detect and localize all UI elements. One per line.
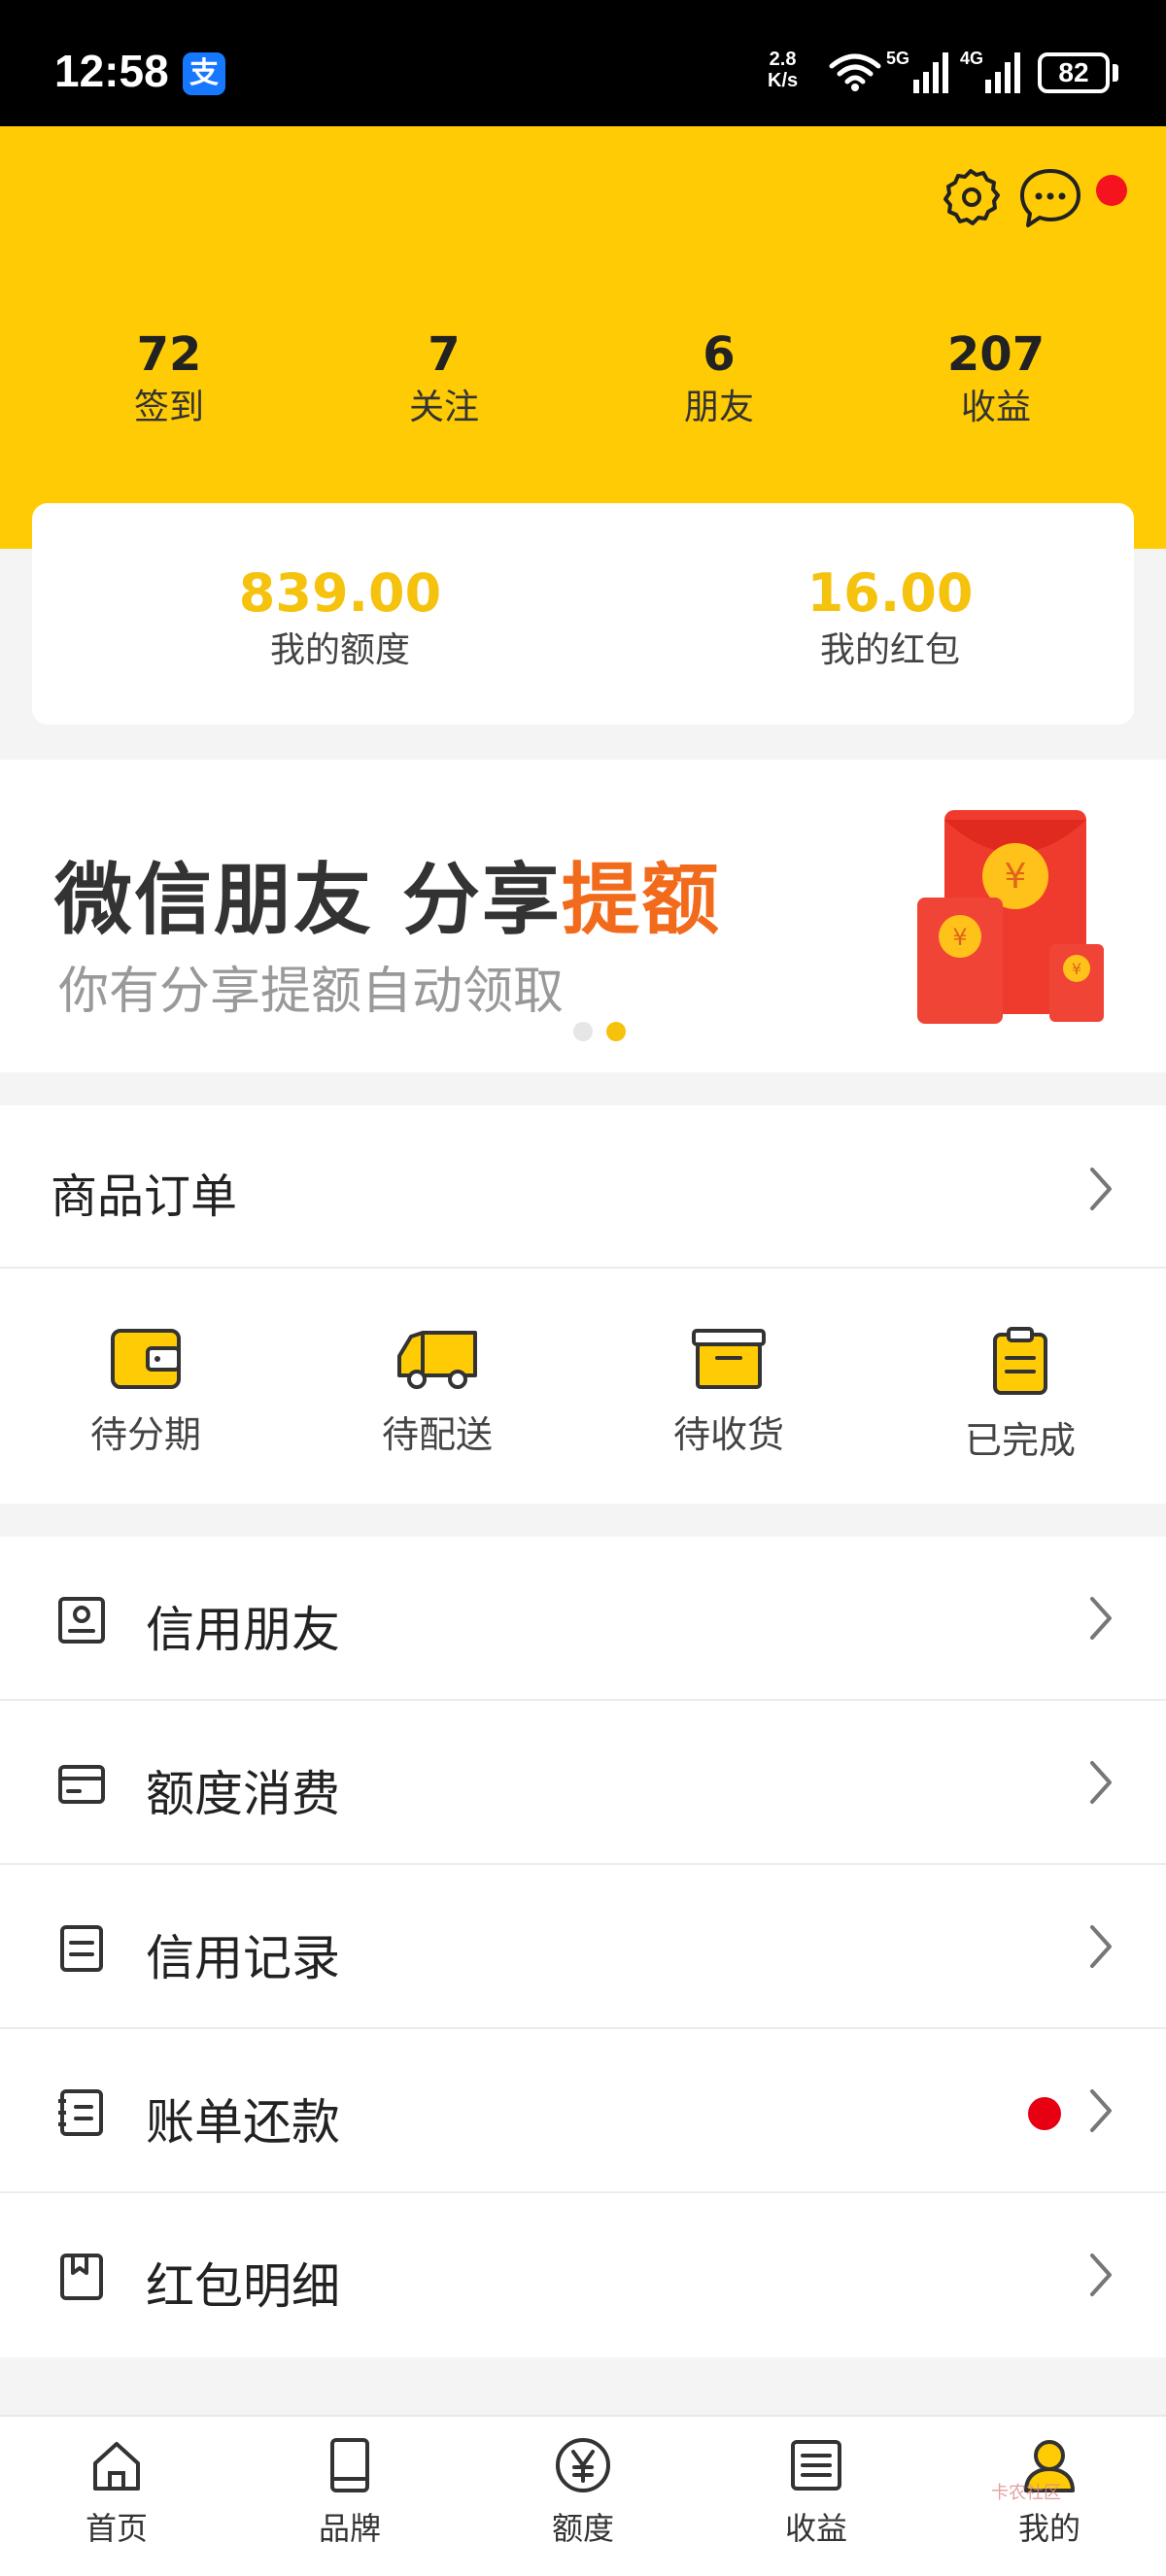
orders-header[interactable]: 商品订单 bbox=[0, 1105, 1166, 1269]
network-speed: 2.8 K/s bbox=[768, 49, 798, 91]
contact-card-icon bbox=[58, 1597, 105, 1644]
network-speed-value: 2.8 bbox=[769, 49, 797, 70]
truck-icon bbox=[397, 1331, 477, 1389]
bill-icon bbox=[58, 2089, 103, 2136]
message-icon[interactable] bbox=[1016, 165, 1084, 231]
clipboard-icon bbox=[993, 1327, 1047, 1395]
bookmark-icon bbox=[60, 2254, 103, 2300]
settings-icon[interactable] bbox=[939, 165, 1003, 229]
chevron-right-icon bbox=[1090, 1597, 1112, 1640]
menu-item-label: 信用朋友 bbox=[146, 1602, 340, 1658]
carousel-dot-active[interactable] bbox=[606, 1022, 626, 1041]
banner-subtitle: 你有分享提额自动领取 bbox=[58, 963, 565, 1021]
stat-earnings[interactable]: 207 收益 bbox=[899, 325, 1093, 432]
chevron-right-icon bbox=[1090, 1168, 1112, 1210]
wifi-icon bbox=[829, 53, 881, 91]
balance-card: 839.00 我的额度 16.00 我的红包 bbox=[32, 503, 1134, 725]
tab-home[interactable]: 首页 bbox=[19, 2436, 214, 2549]
menu-item-bill-repayment[interactable]: 账单还款 bbox=[0, 2029, 1166, 2193]
notification-dot bbox=[1096, 175, 1127, 206]
chevron-right-icon bbox=[1090, 2089, 1112, 2132]
profile-header: 72 签到 7 关注 6 朋友 207 收益 bbox=[0, 126, 1166, 549]
credit-label: 我的额度 bbox=[269, 630, 410, 670]
menu-list: 信用朋友 额度消费 信用记录 账单还款 红包明细 bbox=[0, 1537, 1166, 2357]
order-status-shipping[interactable]: 待配送 bbox=[321, 1327, 554, 1458]
network-speed-unit: K/s bbox=[768, 70, 799, 91]
carousel-dot[interactable] bbox=[573, 1022, 593, 1041]
menu-item-label: 红包明细 bbox=[146, 2258, 340, 2315]
yen-icon bbox=[556, 2438, 610, 2492]
orders-title: 商品订单 bbox=[51, 1169, 238, 1224]
home-icon bbox=[93, 2442, 140, 2491]
order-status-label: 待收货 bbox=[672, 1413, 784, 1456]
stat-value: 7 bbox=[428, 327, 461, 382]
stat-value: 6 bbox=[703, 327, 736, 382]
stat-label: 签到 bbox=[133, 388, 204, 427]
order-status-installment[interactable]: 待分期 bbox=[29, 1327, 262, 1458]
menu-item-credit-friends[interactable]: 信用朋友 bbox=[0, 1537, 1166, 1701]
credit-balance[interactable]: 839.00 我的额度 bbox=[136, 561, 544, 676]
stat-checkin[interactable]: 72 签到 bbox=[72, 325, 266, 432]
red-envelope-icon: ¥ ¥ ¥ bbox=[917, 810, 1104, 1024]
menu-item-credit-records[interactable]: 信用记录 bbox=[0, 1865, 1166, 2029]
order-status-label: 待分期 bbox=[89, 1413, 201, 1456]
alipay-icon: 支 bbox=[183, 52, 225, 95]
document-icon bbox=[60, 1925, 103, 1972]
stat-label: 关注 bbox=[408, 388, 479, 427]
orders-section: 商品订单 待分期 待配送 待收货 已完成 bbox=[0, 1105, 1166, 1504]
redpacket-label: 我的红包 bbox=[819, 630, 960, 670]
tab-brand[interactable]: 品牌 bbox=[253, 2436, 447, 2549]
status-bar: 12:58 支 2.8 K/s 5G 4G 82 bbox=[0, 0, 1166, 126]
battery-icon: 82 bbox=[1038, 52, 1110, 93]
credit-card-icon bbox=[58, 1765, 105, 1804]
stat-friends[interactable]: 6 朋友 bbox=[622, 325, 816, 432]
stat-value: 72 bbox=[136, 327, 202, 382]
order-status-completed[interactable]: 已完成 bbox=[904, 1327, 1137, 1464]
order-status-label: 已完成 bbox=[964, 1419, 1076, 1462]
menu-item-label: 信用记录 bbox=[146, 1930, 340, 1986]
order-status-receiving[interactable]: 待收货 bbox=[612, 1327, 845, 1458]
stat-label: 朋友 bbox=[683, 388, 754, 427]
menu-item-label: 额度消费 bbox=[146, 1766, 340, 1822]
list-icon bbox=[791, 2440, 841, 2491]
watermark: 卡农社区 bbox=[991, 2483, 1061, 2503]
stat-value: 207 bbox=[946, 327, 1046, 382]
order-status-label: 待配送 bbox=[381, 1413, 493, 1456]
yen-glyph-small: ¥ bbox=[952, 924, 967, 951]
signal-icon bbox=[913, 52, 948, 93]
tab-label: 品牌 bbox=[318, 2510, 381, 2547]
tab-label: 额度 bbox=[551, 2510, 614, 2547]
menu-item-credit-spending[interactable]: 额度消费 bbox=[0, 1701, 1166, 1865]
box-icon bbox=[692, 1329, 766, 1389]
chevron-right-icon bbox=[1090, 1925, 1112, 1968]
tab-credit[interactable]: 额度 bbox=[486, 2436, 680, 2549]
stat-follow[interactable]: 7 关注 bbox=[347, 325, 541, 432]
tab-label: 收益 bbox=[784, 2510, 847, 2547]
menu-item-redpacket-details[interactable]: 红包明细 bbox=[0, 2193, 1166, 2357]
tab-label: 首页 bbox=[85, 2510, 148, 2547]
signal-icon-2 bbox=[985, 52, 1020, 93]
yen-glyph-tiny: ¥ bbox=[1072, 960, 1081, 978]
banner-title-main: 微信朋友 分享 bbox=[54, 855, 562, 945]
credit-value: 839.00 bbox=[238, 562, 442, 624]
status-time: 12:58 bbox=[54, 46, 169, 96]
chevron-right-icon bbox=[1090, 2254, 1112, 2296]
tab-label: 我的 bbox=[1017, 2510, 1080, 2547]
banner-title: 微信朋友 分享提额 bbox=[54, 837, 721, 950]
tab-earnings[interactable]: 收益 bbox=[719, 2436, 913, 2549]
yen-glyph: ¥ bbox=[1005, 857, 1027, 897]
book-icon bbox=[330, 2438, 369, 2492]
wallet-icon bbox=[111, 1329, 181, 1389]
redpacket-balance[interactable]: 16.00 我的红包 bbox=[686, 561, 1094, 676]
banner-title-highlight: 提额 bbox=[561, 855, 721, 945]
alert-dot bbox=[1028, 2097, 1061, 2130]
promo-banner[interactable]: 微信朋友 分享提额 你有分享提额自动领取 ¥ ¥ ¥ bbox=[0, 760, 1166, 1072]
redpacket-value: 16.00 bbox=[806, 562, 974, 624]
battery-tip bbox=[1113, 64, 1118, 82]
menu-item-label: 账单还款 bbox=[146, 2094, 340, 2151]
stat-label: 收益 bbox=[960, 388, 1031, 427]
chevron-right-icon bbox=[1090, 1761, 1112, 1804]
